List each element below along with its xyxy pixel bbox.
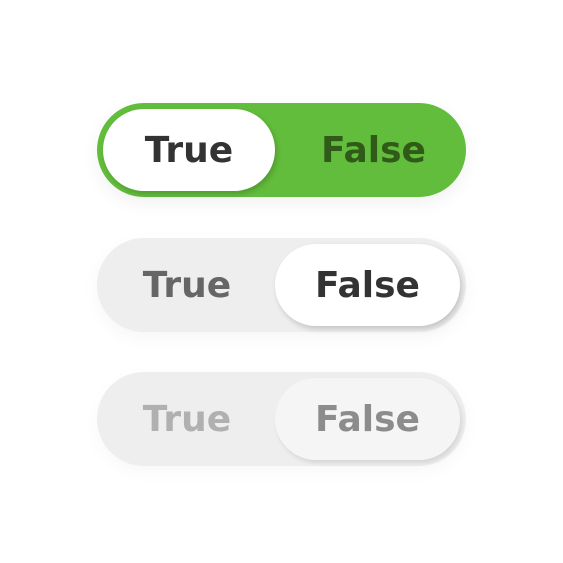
toggle-2-true-option[interactable]: True [97,238,277,332]
toggle-grey-false-selected[interactable]: True False [97,238,466,332]
toggle-2-false-option[interactable]: False [275,244,460,326]
toggle-disabled: True False [97,372,466,466]
toggle-green-true-selected[interactable]: True False [97,103,466,197]
toggle-1-true-option[interactable]: True [103,109,275,191]
toggle-3-false-option: False [275,378,460,460]
toggle-3-true-option: True [142,398,232,440]
toggle-1-false-option[interactable]: False [281,103,466,197]
